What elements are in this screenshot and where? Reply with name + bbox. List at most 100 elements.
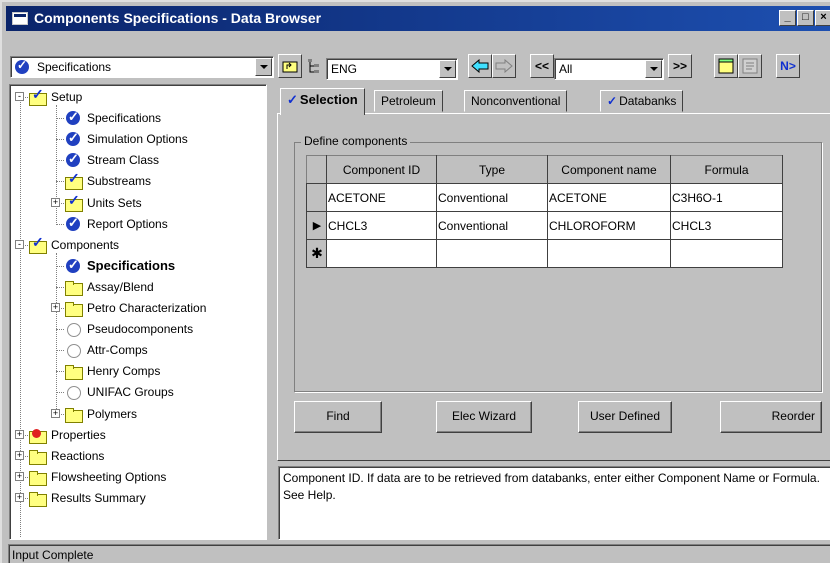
tree-item[interactable]: Report Options xyxy=(64,214,169,234)
next-required-button[interactable]: N> xyxy=(776,54,800,78)
user-defined-button[interactable]: User Defined xyxy=(578,401,672,433)
row-selector[interactable]: ▶ xyxy=(306,211,327,240)
tree-item[interactable]: Results Summary xyxy=(28,488,147,508)
tree-item[interactable]: Assay/Blend xyxy=(64,277,155,297)
tree-guide-line xyxy=(56,329,64,331)
cell-component-name[interactable]: CHLOROFORM xyxy=(547,211,671,240)
tab-label: Petroleum xyxy=(381,94,436,108)
tree-item-label: Units Sets xyxy=(87,195,142,210)
tree-item-label: Flowsheeting Options xyxy=(51,469,167,484)
tree-item[interactable]: Substreams xyxy=(64,170,152,191)
cell-component-id[interactable]: ACETONE xyxy=(326,183,437,212)
filter-combo[interactable]: All xyxy=(554,58,664,80)
column-header-type[interactable]: Type xyxy=(436,155,548,184)
check-mark-icon: ✓ xyxy=(287,92,298,107)
tree-guide-line xyxy=(56,139,64,141)
help-prompt-area: Component ID. If data are to be retrieve… xyxy=(278,466,830,540)
cell-type[interactable]: Conventional xyxy=(436,211,548,240)
column-header-component-name[interactable]: Component name xyxy=(547,155,671,184)
folder-error-icon xyxy=(28,427,47,444)
tree-item[interactable]: Polymers xyxy=(64,404,138,424)
go-up-folder-button[interactable] xyxy=(278,54,302,78)
check-circle-icon xyxy=(64,215,82,232)
comments-button[interactable] xyxy=(714,54,738,78)
empty-circle-icon xyxy=(64,321,82,338)
maximize-button[interactable]: □ xyxy=(797,10,814,26)
cell-component-id[interactable]: CHCL3 xyxy=(326,211,437,240)
tree-item-label: Substreams xyxy=(87,174,152,189)
tree-guide-line xyxy=(56,371,64,373)
cell-component-name[interactable]: ACETONE xyxy=(547,183,671,212)
tree-item[interactable]: Specifications xyxy=(64,108,162,128)
tree-item-label: Properties xyxy=(51,427,106,442)
tree-item[interactable]: Stream Class xyxy=(64,150,160,170)
expand-toggle-icon[interactable]: + xyxy=(51,408,60,418)
table-row: ACETONE Conventional ACETONE C3H6O-1 xyxy=(306,183,783,212)
tree-item[interactable]: Units Sets xyxy=(64,192,143,213)
find-button[interactable]: Find xyxy=(294,401,382,433)
chevron-down-icon[interactable] xyxy=(439,60,456,78)
back-button[interactable] xyxy=(468,54,492,78)
tree-item[interactable]: Pseudocomponents xyxy=(64,319,194,339)
tab-databanks[interactable]: ✓ Databanks xyxy=(600,90,684,112)
tree-item[interactable]: Flowsheeting Options xyxy=(28,467,167,487)
tree-item-label: Stream Class xyxy=(87,153,160,168)
expand-toggle-icon[interactable]: + xyxy=(15,429,24,439)
title-bar[interactable]: Components Specifications - Data Browser… xyxy=(6,6,830,31)
tree-item-label: UNIFAC Groups xyxy=(87,385,174,400)
chevron-down-icon[interactable] xyxy=(255,58,272,76)
expand-toggle-icon[interactable]: + xyxy=(51,197,60,207)
status-button[interactable] xyxy=(738,54,762,78)
tree-item[interactable]: Components xyxy=(28,234,120,255)
tree-item[interactable]: Henry Comps xyxy=(64,361,161,381)
tree-item[interactable]: Reactions xyxy=(28,446,105,466)
elec-wizard-button[interactable]: Elec Wizard xyxy=(436,401,532,433)
tree-item-label: Setup xyxy=(51,90,83,104)
cell-type[interactable]: Conventional xyxy=(436,183,548,212)
tree-item-label: Results Summary xyxy=(51,490,146,505)
close-button[interactable]: × xyxy=(815,10,830,26)
folder-check-icon xyxy=(28,234,47,254)
tab-nonconventional[interactable]: Nonconventional xyxy=(464,90,568,112)
cell-component-name[interactable] xyxy=(547,239,671,268)
folder-icon xyxy=(64,363,83,381)
expand-toggle-icon[interactable]: + xyxy=(51,303,60,312)
cell-formula[interactable] xyxy=(670,239,783,268)
tab-selection[interactable]: ✓ Selection xyxy=(280,88,365,115)
expand-toggle-icon[interactable]: + xyxy=(15,492,24,502)
previous-button[interactable]: << xyxy=(530,54,554,78)
forward-button[interactable] xyxy=(492,54,516,78)
empty-circle-icon xyxy=(64,342,82,359)
new-row-selector[interactable]: ✱ xyxy=(306,239,327,268)
tree-item[interactable]: Simulation Options xyxy=(64,129,189,149)
units-combo[interactable]: ENG xyxy=(326,58,458,80)
minimize-button[interactable]: _ xyxy=(779,10,796,26)
tree-item[interactable]: Petro Characterization xyxy=(64,298,207,318)
tree-view-button[interactable] xyxy=(302,54,326,78)
collapse-toggle-icon[interactable]: - xyxy=(15,92,24,101)
components-grid: Component ID Type Component name Formula… xyxy=(306,155,783,268)
cell-formula[interactable]: C3H6O-1 xyxy=(670,183,783,212)
tree-item[interactable]: Attr-Comps xyxy=(64,340,149,360)
tree-item[interactable]: Specifications xyxy=(64,256,176,276)
reorder-button[interactable]: Reorder xyxy=(720,401,822,433)
column-header-formula[interactable]: Formula xyxy=(670,155,783,184)
cell-type[interactable] xyxy=(436,239,548,268)
row-selector[interactable] xyxy=(306,183,327,212)
chevron-down-icon[interactable] xyxy=(645,60,662,78)
form-selector-combo[interactable]: ✓ Specifications xyxy=(10,56,274,78)
tree-item[interactable]: Setup xyxy=(28,86,83,107)
tree-item-label: Specifications xyxy=(87,258,176,274)
cell-formula[interactable]: CHCL3 xyxy=(670,211,783,240)
expand-toggle-icon[interactable]: + xyxy=(15,450,24,460)
tree-item[interactable]: Properties xyxy=(28,425,107,445)
collapse-toggle-icon[interactable]: - xyxy=(15,239,24,249)
cell-component-id[interactable] xyxy=(326,239,437,268)
tab-petroleum[interactable]: Petroleum xyxy=(374,90,443,112)
units-combo-value: ENG xyxy=(331,62,358,76)
tree-item[interactable]: UNIFAC Groups xyxy=(64,382,175,402)
column-header-component-id[interactable]: Component ID xyxy=(326,155,437,184)
next-button[interactable]: >> xyxy=(668,54,692,78)
tab-label: Selection xyxy=(299,92,358,107)
expand-toggle-icon[interactable]: + xyxy=(15,471,24,481)
